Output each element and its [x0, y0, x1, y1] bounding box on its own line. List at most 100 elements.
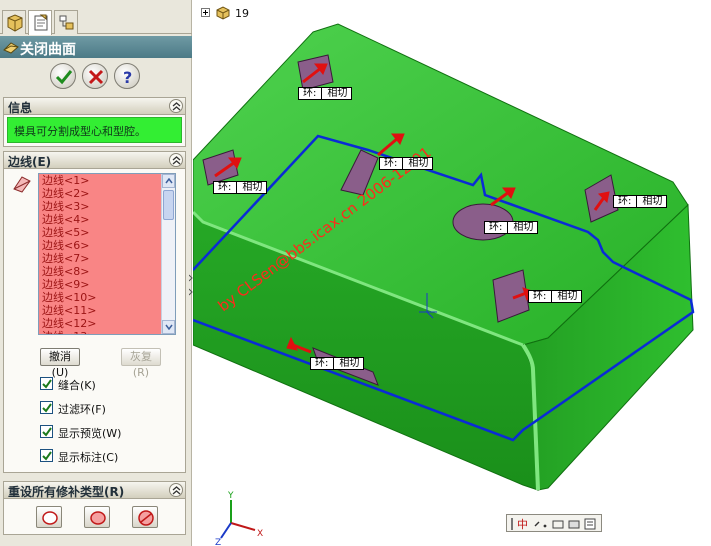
feature-title: 关闭曲面: [20, 42, 76, 58]
callout-ring-label: 环:: [384, 158, 398, 169]
cancel-icon: [88, 69, 104, 85]
scroll-up-button[interactable]: [162, 174, 175, 188]
edge-list-item[interactable]: 边线<2>: [42, 187, 163, 200]
triad-y-label: Y: [227, 491, 234, 501]
ime-status-bar[interactable]: 中: [506, 514, 602, 532]
tab-property-manager[interactable]: [28, 10, 52, 35]
knit-checkbox[interactable]: [40, 377, 53, 390]
help-button[interactable]: ?: [114, 63, 140, 89]
loop-callout[interactable]: 环: 相切: [379, 157, 434, 170]
info-group-header[interactable]: 信息: [3, 97, 186, 115]
edge-list-item[interactable]: 边线<10>: [42, 291, 163, 304]
loop-callout[interactable]: 环: 相切: [213, 181, 268, 194]
edge-list-scrollbar[interactable]: [161, 174, 175, 334]
feature-manager-icon: [7, 14, 23, 32]
manager-tabs: [0, 10, 192, 35]
chevron-up-icon: [172, 102, 181, 111]
contact-fill-icon: [42, 511, 58, 525]
filter-loops-checkbox[interactable]: [40, 401, 53, 414]
edge-list-item[interactable]: 边线<12>: [42, 317, 163, 330]
show-callouts-checkbox[interactable]: [40, 449, 53, 462]
tab-configuration-manager[interactable]: [54, 10, 78, 34]
loop-callout[interactable]: 环: 相切: [298, 87, 353, 100]
reset-group-body: [3, 499, 186, 535]
show-preview-checkbox[interactable]: [40, 425, 53, 438]
reset-group-header[interactable]: 重设所有修补类型(R): [3, 481, 186, 499]
edge-list-item[interactable]: 边线<13>: [42, 330, 163, 334]
collapse-edges-button[interactable]: [169, 153, 183, 167]
loop-callout[interactable]: 环: 相切: [310, 357, 365, 370]
contact-fill-button[interactable]: [36, 506, 62, 528]
tangent-fill-button[interactable]: [84, 506, 110, 528]
checkmark-icon: [42, 403, 52, 413]
ok-button[interactable]: [50, 63, 76, 89]
shut-off-surface-icon: [3, 42, 19, 54]
loop-callout[interactable]: 环: 相切: [528, 290, 583, 303]
edge-list-item[interactable]: 边线<1>: [42, 174, 163, 187]
edges-group-title: 边线(E): [8, 155, 52, 169]
show-callouts-label: 显示标注(C): [58, 451, 119, 464]
info-group-title: 信息: [8, 101, 33, 115]
no-fill-button[interactable]: [132, 506, 158, 528]
ok-icon: [55, 70, 73, 85]
callout-type-label: 相切: [408, 158, 429, 169]
chinese-input-icon: 中: [517, 518, 528, 531]
callout-type-label: 相切: [513, 222, 534, 233]
tangent-fill-icon: [90, 511, 106, 525]
reset-group-title: 重设所有修补类型(R): [8, 485, 125, 499]
redo-button[interactable]: 灰复(R): [121, 348, 161, 379]
edge-list-item[interactable]: 边线<3>: [42, 200, 163, 213]
callout-ring-label: 环:: [218, 182, 232, 193]
help-icon: ?: [123, 68, 132, 87]
checkmark-icon: [42, 427, 52, 437]
callout-ring-label: 环:: [303, 88, 317, 99]
collapse-reset-button[interactable]: [169, 483, 183, 497]
chevron-up-icon: [165, 178, 173, 184]
callout-ring-label: 环:: [315, 358, 329, 369]
info-group-body: 模具可分割成型心和型腔。: [3, 115, 186, 147]
checkmark-icon: [42, 451, 52, 461]
softkeyboard-icon: [552, 520, 564, 529]
model-scene[interactable]: by CLSen@bbs.icax.cn 2006-12-01 Y X Z: [193, 0, 711, 546]
tab-feature-manager[interactable]: [2, 10, 26, 34]
loop-callout[interactable]: 环: 相切: [613, 195, 668, 208]
property-manager: 关闭曲面 ? 信息 模具可分割成型心和型腔。 边线(E) 边线<1> 边线<2>…: [0, 0, 193, 546]
callout-type-label: 相切: [642, 196, 663, 207]
edge-list-item[interactable]: 边线<6>: [42, 239, 163, 252]
show-preview-label: 显示预览(W): [58, 427, 122, 440]
collapse-info-button[interactable]: [169, 99, 183, 113]
loop-callout[interactable]: 环: 相切: [484, 221, 539, 234]
edge-list-items: 边线<1> 边线<2> 边线<3> 边线<4> 边线<5> 边线<6> 边线<7> 边线<8>…: [39, 174, 163, 334]
edge-list-item[interactable]: 边线<11>: [42, 304, 163, 317]
scroll-down-button[interactable]: [162, 320, 175, 334]
chevron-up-icon: [172, 156, 181, 165]
no-fill-icon: [138, 510, 154, 526]
callout-ring-label: 环:: [533, 291, 547, 302]
edge-list-item[interactable]: 边线<7>: [42, 252, 163, 265]
undo-button[interactable]: 撤消(U): [40, 348, 80, 379]
filter-loops-label: 过滤环(F): [58, 403, 106, 416]
edge-list-item[interactable]: 边线<9>: [42, 278, 163, 291]
edge-selection-icon: [13, 176, 31, 193]
graphics-viewport[interactable]: 19 by CLSen@bbs.icax.cn 2006-12-01 Y X Z…: [193, 0, 711, 546]
knit-label: 缝合(K): [58, 379, 96, 392]
edge-list-item[interactable]: 边线<4>: [42, 213, 163, 226]
info-message: 模具可分割成型心和型腔。: [7, 117, 182, 143]
property-manager-icon: [34, 14, 48, 31]
triad-z-label: Z: [215, 538, 221, 546]
ime-toolbar-icons: 中: [511, 518, 596, 531]
edge-list[interactable]: 边线<1> 边线<2> 边线<3> 边线<4> 边线<5> 边线<6> 边线<7> 边线<8>…: [38, 173, 176, 335]
edge-list-item[interactable]: 边线<8>: [42, 265, 163, 278]
callout-type-label: 相切: [557, 291, 578, 302]
punctuation-icon: [534, 521, 540, 527]
edge-list-item[interactable]: 边线<5>: [42, 226, 163, 239]
triad-x-label: X: [257, 529, 263, 539]
configuration-manager-icon: [59, 15, 74, 30]
cancel-button[interactable]: [82, 63, 108, 89]
chevron-down-icon: [165, 324, 173, 330]
callout-ring-label: 环:: [489, 222, 503, 233]
feature-title-bar: 关闭曲面: [0, 36, 192, 58]
chevron-up-icon: [172, 486, 181, 495]
edges-group-header[interactable]: 边线(E): [3, 151, 186, 169]
scroll-thumb[interactable]: [163, 190, 174, 220]
